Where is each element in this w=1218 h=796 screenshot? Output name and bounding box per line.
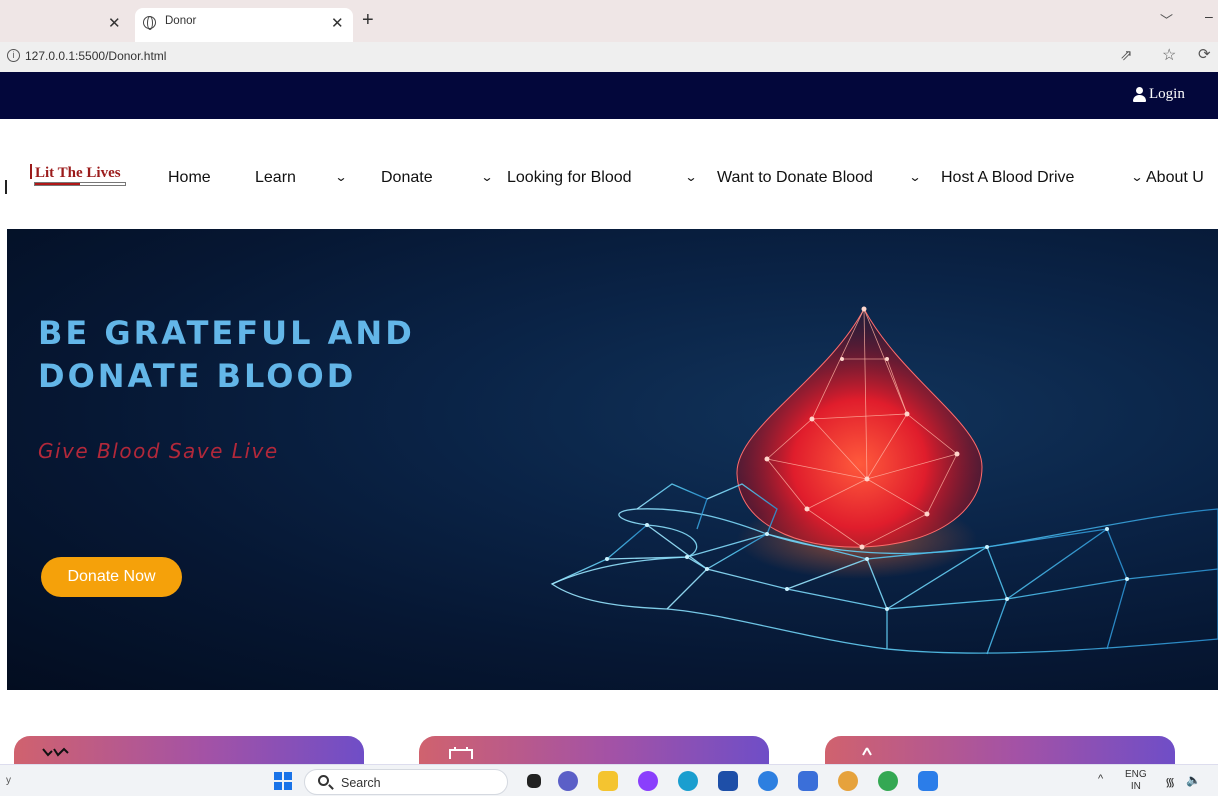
nav-item-host-blood-drive[interactable]: Host A Blood Drive <box>941 169 1074 187</box>
photos-icon[interactable] <box>918 771 938 791</box>
teams-icon[interactable] <box>558 771 578 791</box>
hero-banner: BE GRATEFUL AND DONATE BLOOD Give Blood … <box>7 229 1218 690</box>
site-top-bar: Login <box>0 72 1218 119</box>
app-icon[interactable] <box>798 771 818 791</box>
taskbar-search[interactable]: Search <box>304 769 508 795</box>
language-line1: ENG <box>1125 769 1147 780</box>
chevron-down-icon[interactable]: ⌄ <box>1130 170 1143 184</box>
close-tab-icon[interactable]: ✕ <box>331 14 344 32</box>
hands-icon <box>42 747 69 757</box>
close-tab-icon[interactable]: ✕ <box>108 14 121 32</box>
url-field[interactable]: 127.0.0.1:5500/Donor.html <box>25 49 166 63</box>
task-view-icon[interactable] <box>527 774 541 788</box>
tab-search-chevron-icon[interactable]: ﹀ <box>1160 10 1173 29</box>
login-link[interactable]: Login <box>1133 86 1185 103</box>
wifi-icon[interactable]: ᯾ <box>1165 773 1175 790</box>
new-tab-button[interactable]: + <box>362 9 374 32</box>
browser-tab-active[interactable]: Donor ✕ <box>135 8 353 42</box>
divider <box>5 180 7 194</box>
address-bar: i 127.0.0.1:5500/Donor.html ⇗ ☆ ⟳ <box>0 42 1218 72</box>
nav-item-about[interactable]: About U <box>1146 169 1204 187</box>
tab-title: Donor <box>165 15 197 27</box>
app-icon[interactable] <box>758 771 778 791</box>
drop-icon <box>862 747 872 756</box>
brand-name: Lit The Lives <box>35 165 121 181</box>
app-icon[interactable] <box>638 771 658 791</box>
chevron-down-icon[interactable]: ⌄ <box>480 170 493 184</box>
hero-subtitle: Give Blood Save Live <box>38 439 279 463</box>
calendar-icon <box>449 747 473 759</box>
hero-title: BE GRATEFUL AND DONATE BLOOD <box>38 314 415 395</box>
browser-tab-previous[interactable]: ✕ <box>0 8 135 42</box>
store-icon[interactable] <box>718 771 738 791</box>
chevron-down-icon[interactable]: ⌄ <box>334 170 347 184</box>
file-explorer-icon[interactable] <box>598 771 618 791</box>
nav-item-donate[interactable]: Donate <box>381 169 433 187</box>
os-taskbar: y Search ^ ENG IN ᯾ 🔈 <box>0 764 1218 796</box>
share-icon[interactable]: ⇗ <box>1120 46 1133 64</box>
nav-item-looking-for-blood[interactable]: Looking for Blood <box>507 169 632 187</box>
chevron-down-icon[interactable]: ⌄ <box>684 170 697 184</box>
chevron-down-icon[interactable]: ⌄ <box>908 170 921 184</box>
extension-icon[interactable]: ⟳ <box>1198 45 1211 63</box>
nav-item-home[interactable]: Home <box>168 169 211 187</box>
chrome-icon[interactable] <box>878 771 898 791</box>
speaker-icon[interactable]: 🔈 <box>1186 773 1201 787</box>
edge-icon[interactable] <box>678 771 698 791</box>
bookmark-star-icon[interactable]: ☆ <box>1162 45 1176 65</box>
taskbar-search-placeholder: Search <box>341 776 381 790</box>
chevron-up-icon[interactable]: ^ <box>1098 773 1103 785</box>
donate-now-button[interactable]: Donate Now <box>41 557 182 597</box>
language-indicator[interactable]: ENG IN <box>1125 769 1147 793</box>
minimize-window-icon[interactable]: – <box>1205 8 1213 24</box>
site-logo[interactable]: Lit The Lives <box>30 164 126 186</box>
app-icon[interactable] <box>838 771 858 791</box>
search-icon <box>318 775 329 786</box>
login-label: Login <box>1149 86 1185 102</box>
windows-start-icon[interactable] <box>274 772 292 790</box>
globe-icon <box>143 16 156 30</box>
taskbar-edge-glyph: y <box>6 775 11 786</box>
main-navigation: Lit The Lives Home Learn ⌄ Donate ⌄ Look… <box>0 119 1218 229</box>
site-info-icon[interactable]: i <box>7 49 20 62</box>
nav-item-learn[interactable]: Learn <box>255 169 296 187</box>
user-icon <box>1133 87 1146 102</box>
browser-tab-strip: ✕ Donor ✕ + ﹀ – <box>0 0 1218 42</box>
logo-underline-bar <box>34 182 126 186</box>
nav-item-want-to-donate[interactable]: Want to Donate Blood <box>717 169 873 187</box>
language-line2: IN <box>1130 781 1141 792</box>
